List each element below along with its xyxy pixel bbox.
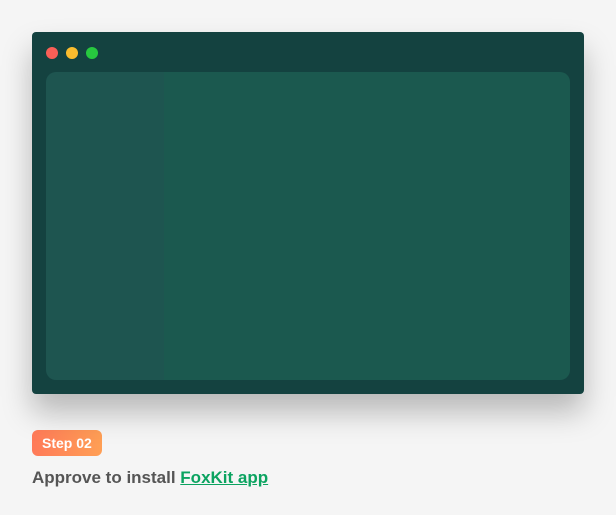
minimize-dot-icon[interactable] [66,47,78,59]
main-panel-placeholder [164,72,570,380]
foxkit-app-link[interactable]: FoxKit app [180,468,268,487]
window-content [46,72,570,380]
titlebar [32,32,584,59]
instruction-prefix: Approve to install [32,468,180,487]
app-window [32,32,584,394]
step-description: Step 02 Approve to install FoxKit app [32,430,584,488]
step-badge: Step 02 [32,430,102,456]
maximize-dot-icon[interactable] [86,47,98,59]
sidebar-placeholder [46,72,164,380]
close-dot-icon[interactable] [46,47,58,59]
instruction-text: Approve to install FoxKit app [32,468,584,488]
